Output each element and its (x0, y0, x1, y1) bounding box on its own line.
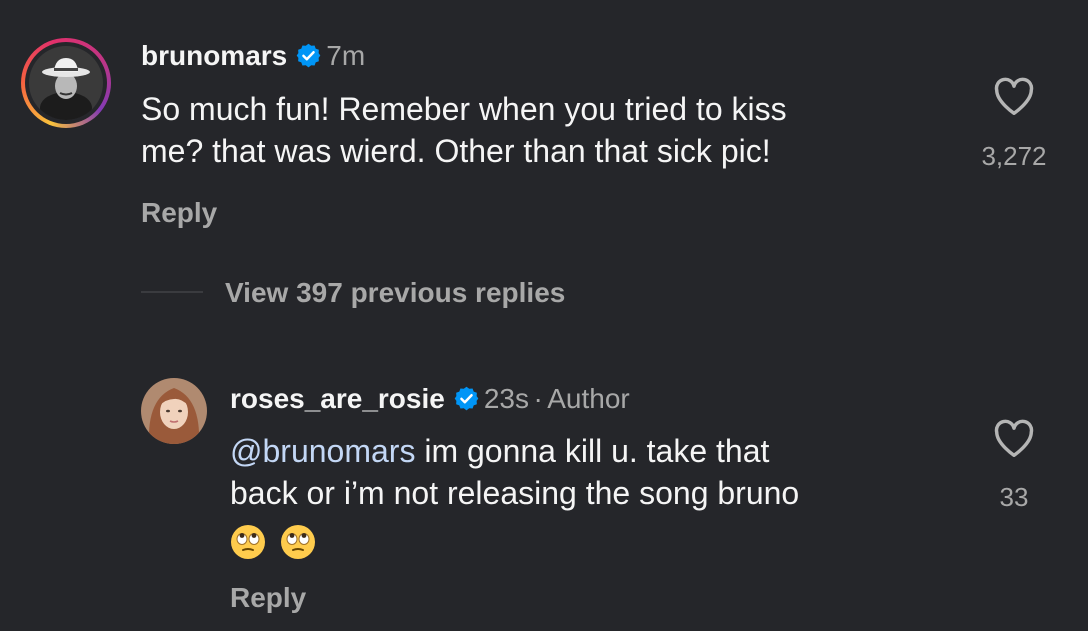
avatar-roses-are-rosie[interactable] (141, 378, 207, 444)
comment-header: brunomars 7m (141, 40, 365, 72)
reply-text-line: @brunomars im gonna kill u. take that (230, 430, 950, 472)
author-label: Author (547, 383, 630, 414)
comment-text-line: me? that was wierd. Other than that sick… (141, 133, 771, 169)
divider (141, 291, 203, 293)
comment-like-button[interactable] (992, 76, 1036, 121)
view-previous-replies-button[interactable]: View 397 previous replies (225, 277, 565, 309)
mention-link[interactable]: @brunomars (230, 433, 415, 469)
reply-reply-button[interactable]: Reply (230, 582, 306, 614)
verified-badge-icon (453, 385, 480, 412)
heart-icon (994, 419, 1034, 457)
rolling-eyes-emoji-icon (281, 524, 315, 559)
reply-username[interactable]: roses_are_rosie (230, 383, 445, 414)
reply-header: roses_are_rosie 23s · Author (230, 383, 630, 415)
reply-text-segment: im gonna kill u. take that (415, 433, 770, 469)
emoji-row (230, 518, 950, 560)
verified-badge-icon (295, 42, 322, 69)
avatar-story-ring[interactable] (21, 38, 111, 128)
rolling-eyes-emoji-icon (231, 524, 265, 559)
reply-like-button[interactable] (992, 418, 1036, 463)
comment-time: 7m (326, 40, 366, 71)
avatar-brunomars (29, 46, 103, 120)
comment-like-count: 3,272 (981, 141, 1047, 171)
heart-icon (994, 77, 1034, 116)
comment-text-line: So much fun! Remeber when you tried to k… (141, 91, 787, 127)
reply-text-line: back or i’m not releasing the song bruno (230, 475, 800, 511)
comment-text: So much fun! Remeber when you tried to k… (141, 88, 941, 172)
comment-reply-button[interactable]: Reply (141, 197, 217, 229)
reply-time: 23s (483, 383, 529, 414)
reply-text: @brunomars im gonna kill u. take that ba… (230, 430, 950, 560)
reply-like-count: 33 (999, 482, 1029, 512)
comment-username[interactable]: brunomars (141, 40, 287, 71)
meta-separator: · (533, 383, 543, 414)
